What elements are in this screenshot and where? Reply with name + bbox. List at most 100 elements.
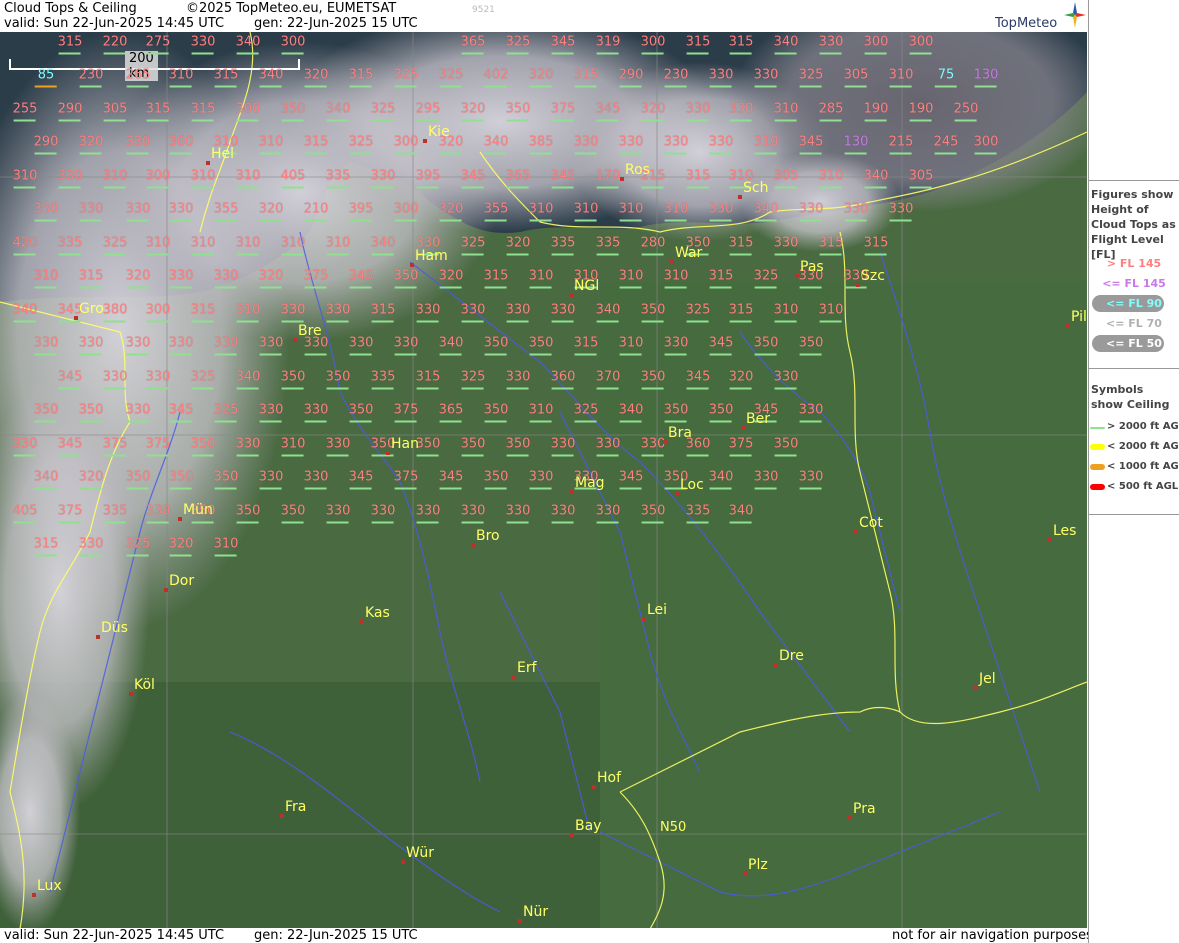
ceiling-symbol [461, 253, 484, 256]
compass-logo-icon [1064, 2, 1086, 28]
ceiling-symbol [641, 454, 664, 457]
ceiling-symbol [974, 152, 997, 155]
ceiling-symbol [819, 119, 842, 122]
ceiling-symbol [729, 521, 752, 524]
ceiling-symbol [641, 52, 664, 55]
cloud-top-value: 330 [595, 503, 621, 519]
topmeteo-logo-text[interactable]: TopMeteo [995, 16, 1057, 31]
cloud-top-value: 330 [528, 469, 554, 485]
cloud-top-label: 330 [551, 505, 575, 524]
cloud-top-label: 310 [236, 304, 260, 323]
ceiling-symbol [439, 152, 462, 155]
legend-level-label: > FL 145 [1106, 257, 1162, 270]
cloud-top-label: 300 [146, 304, 170, 323]
city-dot-icon [32, 893, 36, 897]
ceiling-symbol [126, 353, 149, 356]
cloud-top-value: 350 [125, 469, 151, 485]
cloud-top-value: 330 [505, 302, 531, 318]
cloud-top-label: 330 [618, 134, 644, 155]
cloud-top-value: 330 [618, 134, 644, 150]
cloud-top-label: 330 [79, 538, 103, 557]
cloud-top-value: 325 [393, 67, 419, 83]
cloud-top-label: 340 [236, 36, 260, 55]
ceiling-symbol [641, 387, 664, 390]
cloud-top-label: 330 [349, 337, 373, 356]
city-dot-icon [293, 338, 297, 342]
cloud-top-value: 340 [370, 235, 396, 251]
cloud-top-label: 330 [461, 505, 485, 524]
cloud-top-label: 350 [641, 371, 665, 390]
cloud-top-value: 330 [168, 268, 194, 284]
cloud-top-value: 330 [663, 335, 689, 351]
cloud-top-label: 330 [259, 471, 283, 490]
cloud-top-value: 310 [190, 168, 216, 184]
map-area[interactable]: 200 km N50 315 220 275 330 340 300 365 325 345 31… [0, 32, 1087, 929]
cloud-top-label: 325 [439, 69, 463, 88]
cloud-top-value: 340 [618, 402, 644, 418]
cloud-top-label: 305 [103, 103, 127, 122]
cloud-top-value: 405 [12, 503, 38, 519]
ceiling-symbol [103, 253, 126, 256]
cloud-top-value: 315 [818, 235, 844, 251]
cloud-top-label: 350 [484, 337, 508, 356]
cloud-top-value: 245 [933, 134, 959, 150]
ceiling-symbol [729, 320, 752, 323]
cloud-top-label: 350 [191, 438, 215, 457]
cloud-top-value: 330 [145, 369, 171, 385]
cloud-top-value: 310 [102, 168, 128, 184]
cloud-top-value: 315 [213, 67, 239, 83]
cloud-top-label: 350 [798, 335, 824, 356]
latitude-label: N50 [660, 820, 687, 835]
ceiling-symbol [371, 119, 394, 122]
cloud-top-label: 330 [34, 337, 58, 356]
cloud-top-value: 330 [753, 469, 779, 485]
cloud-top-value: 335 [370, 369, 396, 385]
ceiling-symbol [126, 85, 149, 88]
ceiling-symbol [799, 85, 822, 88]
cloud-top-value: 325 [460, 369, 486, 385]
cloud-top-value: 350 [798, 335, 824, 351]
ceiling-symbol [394, 420, 417, 423]
cloud-top-value: 330 [125, 201, 151, 217]
cloud-top-label: 330 [799, 471, 823, 490]
ceiling-symbol [529, 353, 552, 356]
cloud-top-value: 350 [78, 402, 104, 418]
ceiling-symbol [664, 85, 687, 88]
cloud-top-label: 315 [191, 304, 215, 323]
cloud-top-value: 345 [550, 168, 576, 184]
footer-disclaimer: not for air navigation purposes [892, 928, 1093, 943]
city-dot-icon [848, 816, 852, 820]
ceiling-symbol [236, 52, 259, 55]
cloud-top-value: 335 [57, 235, 83, 251]
cloud-top-label: 280 [641, 237, 665, 256]
ceiling-symbol [58, 387, 81, 390]
cloud-top-value: 345 [595, 101, 621, 117]
cloud-top-label: 335 [326, 170, 350, 189]
cloud-top-label: 330 [754, 69, 778, 88]
cloud-top-value: 320 [640, 101, 666, 117]
cloud-top-value: 340 [773, 34, 799, 50]
cloud-top-value: 345 [168, 402, 194, 418]
cloud-top-label: 330 [774, 371, 798, 390]
cloud-top-label: 350 [484, 471, 508, 490]
cloud-top-value: 350 [280, 503, 306, 519]
copyright: ©2025 TopMeteo.eu, EUMETSAT [186, 1, 397, 16]
cloud-top-label: 335 [686, 505, 710, 524]
cloud-top-value: 330 [550, 436, 576, 452]
cloud-top-value: 310 [618, 335, 644, 351]
cloud-top-value: 315 [370, 302, 396, 318]
cloud-top-value: 310 [12, 168, 38, 184]
cloud-top-value: 330 [213, 335, 239, 351]
cloud-top-label: 330 [34, 203, 58, 222]
ceiling-symbol [58, 186, 81, 189]
ceiling-symbol [889, 152, 912, 155]
ceiling-symbol [371, 454, 394, 457]
footer-bar: valid: Sun 22-Jun-2025 14:45 UTC gen: 22… [0, 928, 1093, 943]
city-dot-icon [670, 260, 674, 264]
cloud-top-label: 315 [79, 270, 103, 289]
cloud-top-label: 335 [103, 505, 127, 524]
cloud-top-label: 315 [58, 36, 82, 55]
cloud-top-label: 365 [506, 170, 530, 189]
ceiling-symbol [79, 219, 102, 222]
city-dot-icon [1048, 538, 1052, 542]
